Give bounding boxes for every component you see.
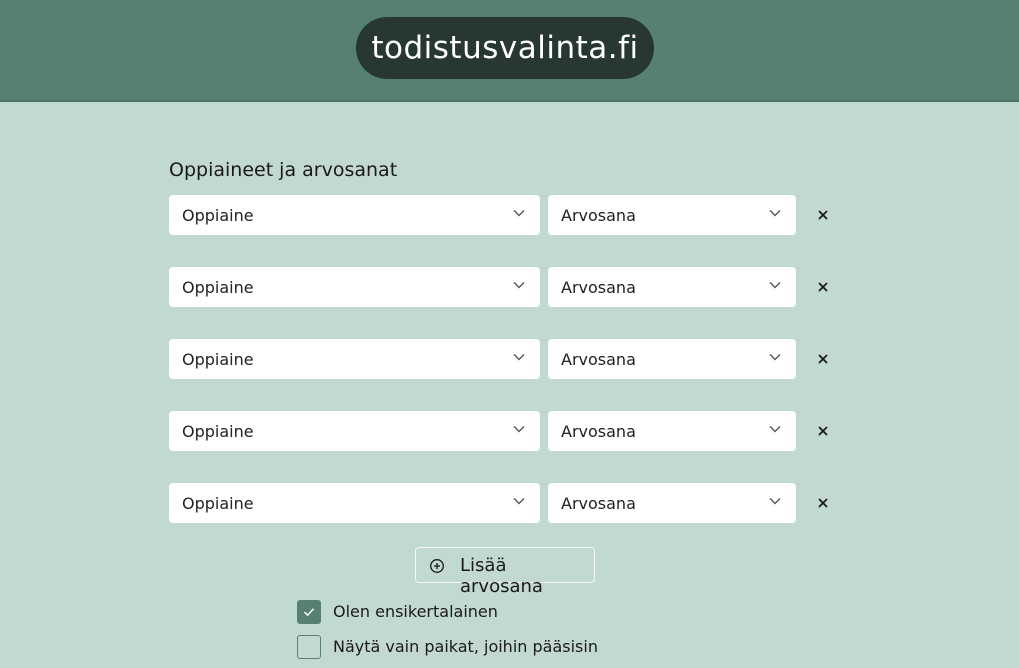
grade-select-placeholder: Arvosana xyxy=(561,277,636,297)
grade-select[interactable]: Arvosana xyxy=(548,195,796,235)
grade-select[interactable]: Arvosana xyxy=(548,411,796,451)
chevron-down-icon xyxy=(513,498,525,505)
first-timer-option: Olen ensikertalainen xyxy=(297,600,697,624)
chevron-down-icon xyxy=(513,354,525,361)
subject-select-placeholder: Oppiaine xyxy=(182,277,254,297)
grade-row: Oppiaine Arvosana xyxy=(0,483,1019,523)
remove-row-close-icon[interactable] xyxy=(815,279,831,295)
subject-select[interactable]: Oppiaine xyxy=(169,483,540,523)
chevron-down-icon xyxy=(769,426,781,433)
grade-row: Oppiaine Arvosana xyxy=(0,339,1019,379)
subject-select-placeholder: Oppiaine xyxy=(182,349,254,369)
grade-select[interactable]: Arvosana xyxy=(548,483,796,523)
chevron-down-icon xyxy=(513,426,525,433)
site-logo-text: todistusvalinta.fi xyxy=(371,30,639,66)
subject-select-placeholder: Oppiaine xyxy=(182,421,254,441)
eligible-only-checkbox[interactable] xyxy=(297,635,321,659)
subject-select-placeholder: Oppiaine xyxy=(182,205,254,225)
checkmark-icon xyxy=(303,608,315,617)
add-grade-button[interactable]: Lisää arvosana xyxy=(415,547,595,597)
chevron-down-icon xyxy=(513,282,525,289)
subject-select[interactable]: Oppiaine xyxy=(169,339,540,379)
grade-row: Oppiaine Arvosana xyxy=(0,411,1019,451)
grade-select[interactable]: Arvosana xyxy=(548,267,796,307)
subject-select[interactable]: Oppiaine xyxy=(169,195,540,235)
site-logo[interactable]: todistusvalinta.fi xyxy=(356,17,654,79)
chevron-down-icon xyxy=(513,210,525,217)
subject-select-placeholder: Oppiaine xyxy=(182,493,254,513)
grade-select-placeholder: Arvosana xyxy=(561,421,636,441)
grade-row: Oppiaine Arvosana xyxy=(0,267,1019,307)
grade-row: Oppiaine Arvosana xyxy=(0,195,1019,235)
subject-select[interactable]: Oppiaine xyxy=(169,411,540,451)
header-bar: todistusvalinta.fi xyxy=(0,0,1019,102)
first-timer-label: Olen ensikertalainen xyxy=(333,602,498,621)
section-title: Oppiaineet ja arvosanat xyxy=(169,159,398,181)
chevron-down-icon xyxy=(769,498,781,505)
subject-select[interactable]: Oppiaine xyxy=(169,267,540,307)
grade-select-placeholder: Arvosana xyxy=(561,205,636,225)
chevron-down-icon xyxy=(769,210,781,217)
eligible-only-option: Näytä vain paikat, joihin pääsisin xyxy=(297,635,697,659)
remove-row-close-icon[interactable] xyxy=(815,207,831,223)
grade-select-placeholder: Arvosana xyxy=(561,349,636,369)
remove-row-close-icon[interactable] xyxy=(815,423,831,439)
grade-select-placeholder: Arvosana xyxy=(561,493,636,513)
eligible-only-label: Näytä vain paikat, joihin pääsisin xyxy=(333,637,598,656)
chevron-down-icon xyxy=(769,354,781,361)
grade-select[interactable]: Arvosana xyxy=(548,339,796,379)
chevron-down-icon xyxy=(769,282,781,289)
add-grade-label: Lisää arvosana xyxy=(460,555,543,597)
first-timer-checkbox[interactable] xyxy=(297,600,321,624)
remove-row-close-icon[interactable] xyxy=(815,495,831,511)
plus-circle-icon xyxy=(430,559,444,573)
remove-row-close-icon[interactable] xyxy=(815,351,831,367)
